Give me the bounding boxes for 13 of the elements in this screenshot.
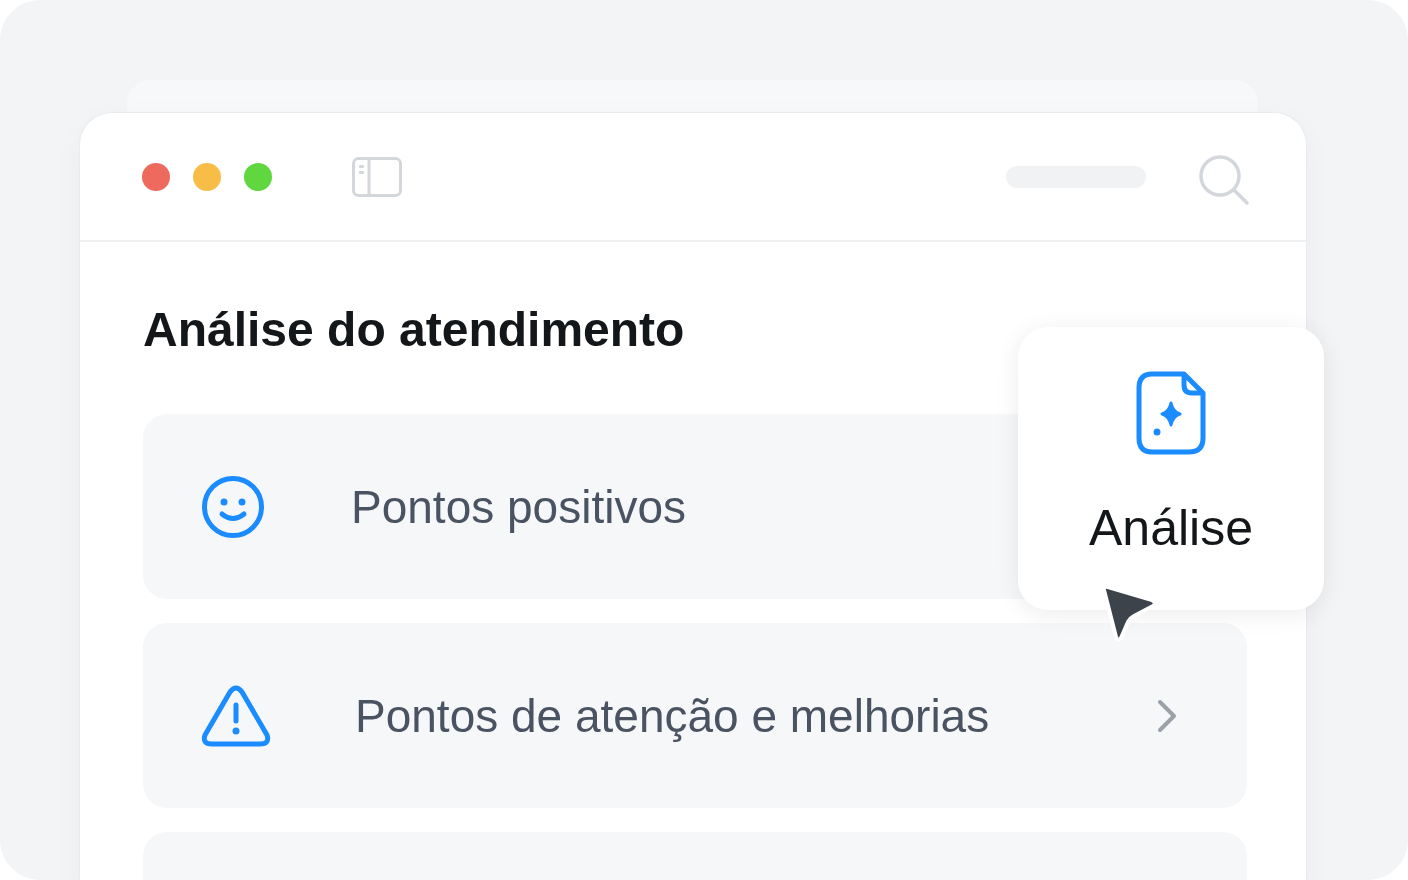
chevron-right-icon xyxy=(1157,698,1177,733)
window-control-button[interactable] xyxy=(142,162,170,191)
item-label: Pontos positivos xyxy=(351,479,686,534)
search-icon[interactable] xyxy=(1198,153,1250,206)
window-control-button[interactable] xyxy=(193,162,221,191)
smiley-icon xyxy=(201,474,265,539)
sidebar-toggle-icon[interactable] xyxy=(352,156,402,197)
warning-icon xyxy=(201,684,271,747)
page-title: Análise do atendimento xyxy=(143,302,686,358)
window-control-button[interactable] xyxy=(244,162,272,191)
item-label: Pontos de atenção e melhorias xyxy=(355,688,990,743)
list-item[interactable]: Pontos de atenção e melhorias xyxy=(143,623,1247,808)
document-sparkle-icon xyxy=(1136,371,1206,455)
